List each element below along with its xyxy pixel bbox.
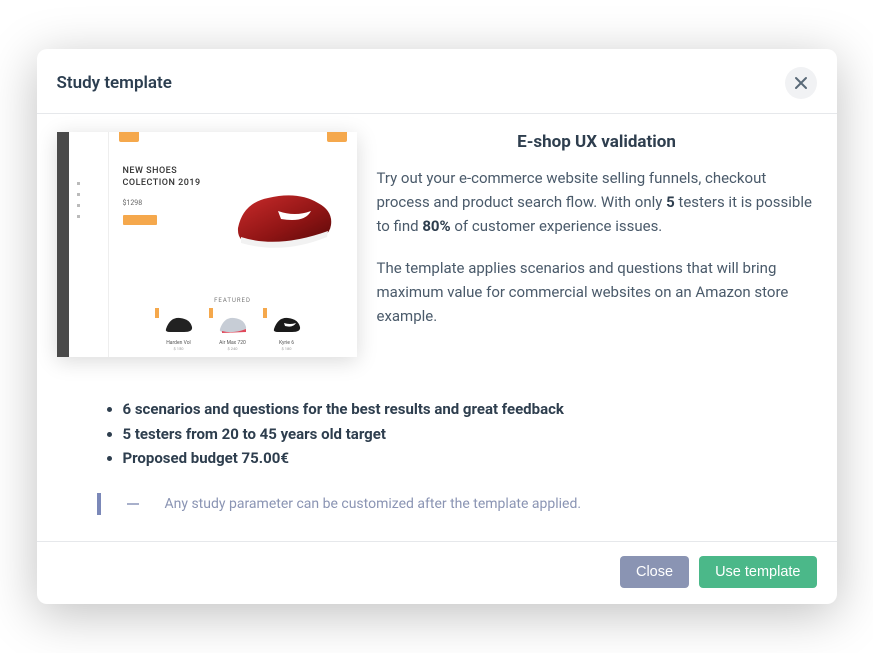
note-text: Any study parameter can be customized af… <box>165 496 582 512</box>
modal-footer: Close Use template <box>37 541 837 604</box>
preview-thumb: Air Max 720 $ 240 <box>211 310 255 351</box>
dash-icon <box>127 503 139 505</box>
description-paragraph-2: The template applies scenarios and quest… <box>377 256 817 328</box>
use-template-button[interactable]: Use template <box>699 556 816 588</box>
preview-thumbs: Harden Vol $ 150 Air Max 720 $ 240 Kyrie… <box>123 310 343 351</box>
description-paragraph-1: Try out your e-commerce website selling … <box>377 166 817 238</box>
preview-featured-label: FEATURED <box>123 297 343 304</box>
modal-body: NEW SHOES COLECTION 2019 $1298 <box>37 114 837 541</box>
modal-title: Study template <box>57 73 172 93</box>
template-name: E-shop UX validation <box>377 132 817 152</box>
preview-headline-a: NEW SHOES <box>123 166 213 178</box>
preview-price: $1298 <box>123 199 213 207</box>
close-icon <box>794 76 808 90</box>
preview-hero-shoe <box>223 142 343 295</box>
template-bullets: 6 scenarios and questions for the best r… <box>57 397 817 471</box>
close-icon-button[interactable] <box>785 67 817 99</box>
template-description: E-shop UX validation Try out your e-comm… <box>377 132 817 357</box>
bullet-item: Proposed budget 75.00€ <box>123 446 817 471</box>
preview-main: NEW SHOES COLECTION 2019 $1298 <box>109 132 357 357</box>
study-template-modal: Study template NEW SHOES COLECTION 2019 <box>37 49 837 604</box>
preview-sidebar <box>69 132 109 357</box>
bullet-item: 5 testers from 20 to 45 years old target <box>123 422 817 447</box>
bullet-item: 6 scenarios and questions for the best r… <box>123 397 817 422</box>
preview-orange-tab <box>327 132 347 142</box>
preview-orange-tab <box>119 132 139 142</box>
preview-thumb: Kyrie 6 $ 180 <box>265 310 309 351</box>
shoe-icon <box>223 173 343 263</box>
template-overview-row: NEW SHOES COLECTION 2019 $1298 <box>57 132 817 357</box>
preview-cta-button <box>123 215 157 225</box>
preview-headline-b: COLECTION 2019 <box>123 178 213 190</box>
template-preview-image: NEW SHOES COLECTION 2019 $1298 <box>57 132 357 357</box>
preview-thumb: Harden Vol $ 150 <box>157 310 201 351</box>
preview-dark-rail <box>57 132 69 357</box>
modal-header: Study template <box>37 49 837 114</box>
customization-note: Any study parameter can be customized af… <box>97 493 817 515</box>
close-button[interactable]: Close <box>620 556 689 588</box>
callout-bar <box>97 493 101 515</box>
